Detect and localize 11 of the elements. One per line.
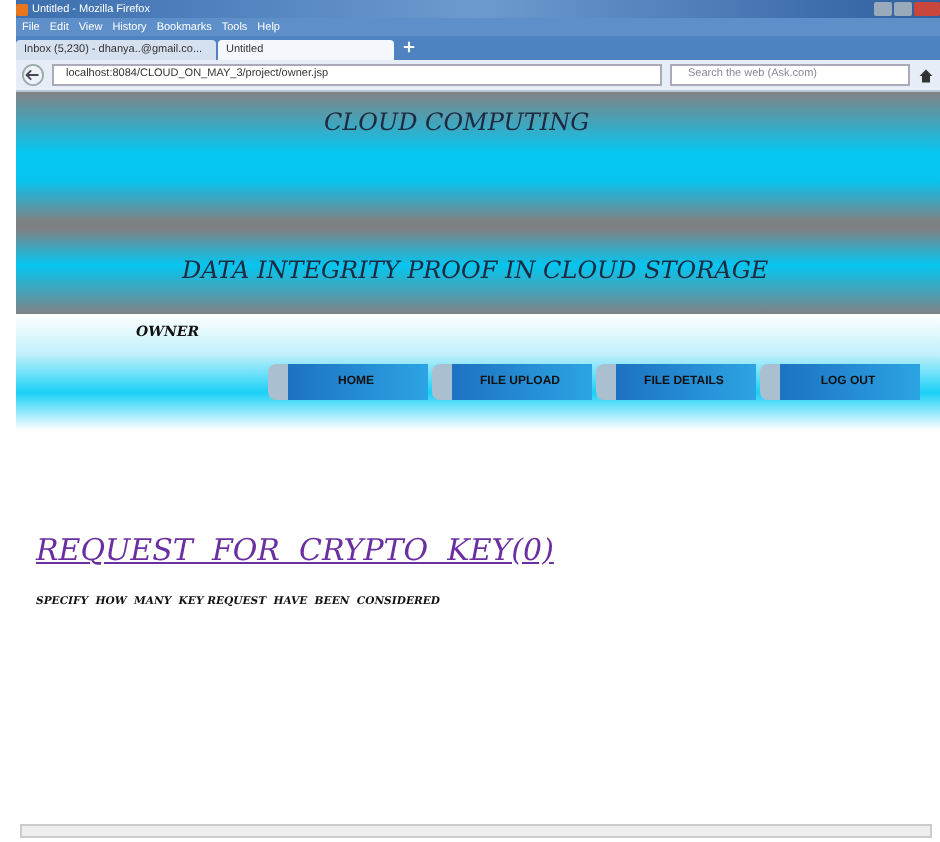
request-link[interactable]: REQUEST FOR CRYPTO KEY(0)	[36, 532, 554, 568]
maximize-button[interactable]	[894, 2, 912, 16]
close-button[interactable]	[914, 2, 940, 16]
site-title: CLOUD COMPUTING	[324, 108, 590, 136]
browser-icon	[16, 3, 28, 15]
minimize-button[interactable]	[874, 2, 892, 16]
home-icon[interactable]	[918, 67, 934, 83]
back-icon[interactable]	[22, 64, 44, 86]
site-subtitle: DATA INTEGRITY PROOF IN CLOUD STORAGE	[182, 256, 769, 284]
new-tab-icon[interactable]	[402, 40, 416, 54]
horizontal-scrollbar[interactable]	[20, 824, 932, 838]
